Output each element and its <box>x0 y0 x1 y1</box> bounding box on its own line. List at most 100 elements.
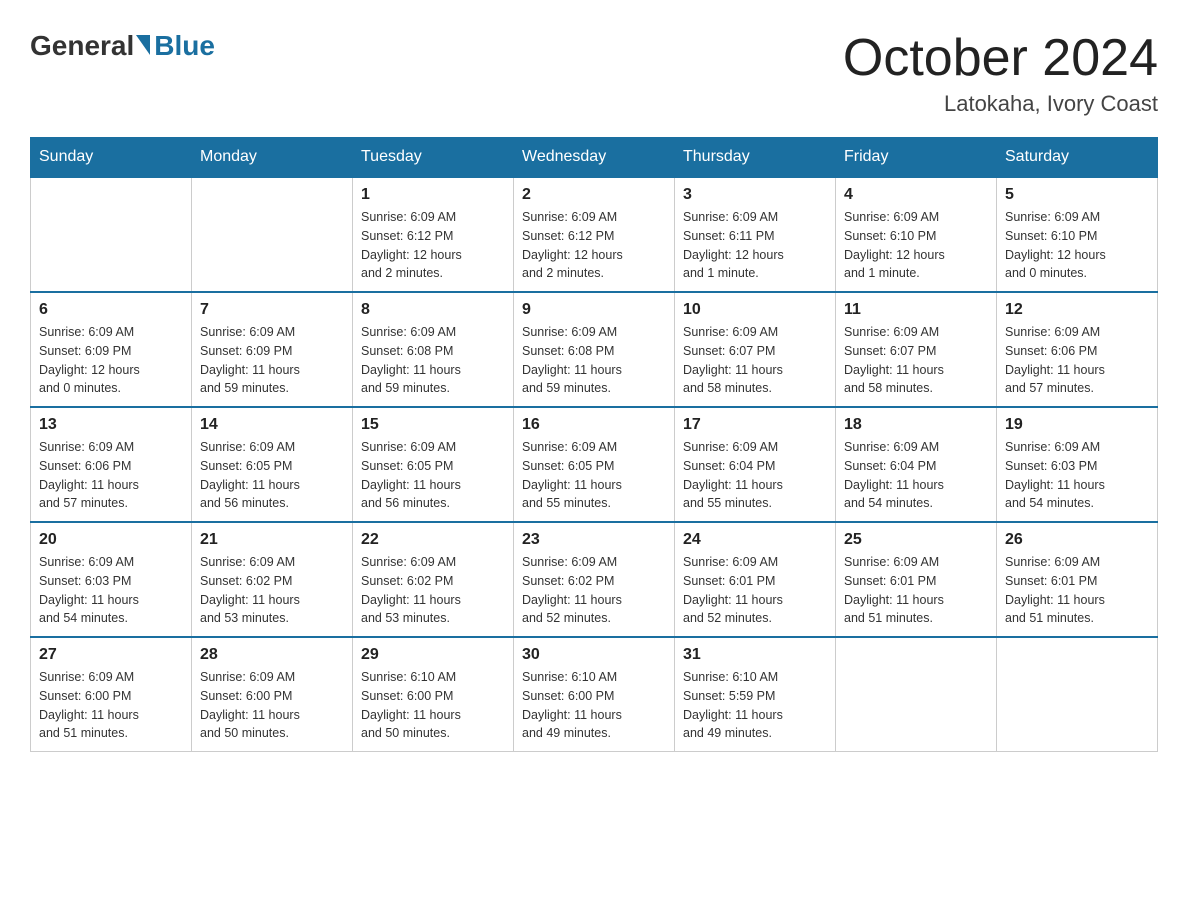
day-info: Sunrise: 6:09 AMSunset: 6:07 PMDaylight:… <box>844 323 988 398</box>
logo-general-text: General <box>30 30 134 62</box>
day-number: 7 <box>200 301 344 319</box>
day-number: 21 <box>200 531 344 549</box>
logo-blue-text: Blue <box>154 30 215 62</box>
day-number: 12 <box>1005 301 1149 319</box>
day-info: Sunrise: 6:09 AMSunset: 6:00 PMDaylight:… <box>39 668 183 743</box>
day-info: Sunrise: 6:10 AMSunset: 6:00 PMDaylight:… <box>522 668 666 743</box>
day-info: Sunrise: 6:09 AMSunset: 6:11 PMDaylight:… <box>683 208 827 283</box>
calendar-cell: 14 Sunrise: 6:09 AMSunset: 6:05 PMDayligh… <box>192 407 353 522</box>
day-info: Sunrise: 6:09 AMSunset: 6:04 PMDaylight:… <box>844 438 988 513</box>
day-info: Sunrise: 6:09 AMSunset: 6:05 PMDaylight:… <box>361 438 505 513</box>
calendar-cell: 22 Sunrise: 6:09 AMSunset: 6:02 PMDayligh… <box>353 522 514 637</box>
day-number: 30 <box>522 646 666 664</box>
day-number: 17 <box>683 416 827 434</box>
day-info: Sunrise: 6:09 AMSunset: 6:09 PMDaylight:… <box>39 323 183 398</box>
day-number: 5 <box>1005 186 1149 204</box>
day-info: Sunrise: 6:09 AMSunset: 6:05 PMDaylight:… <box>200 438 344 513</box>
day-number: 3 <box>683 186 827 204</box>
day-number: 27 <box>39 646 183 664</box>
day-info: Sunrise: 6:09 AMSunset: 6:02 PMDaylight:… <box>200 553 344 628</box>
day-number: 28 <box>200 646 344 664</box>
day-info: Sunrise: 6:09 AMSunset: 6:08 PMDaylight:… <box>522 323 666 398</box>
day-info: Sunrise: 6:09 AMSunset: 6:07 PMDaylight:… <box>683 323 827 398</box>
day-info: Sunrise: 6:09 AMSunset: 6:04 PMDaylight:… <box>683 438 827 513</box>
day-number: 31 <box>683 646 827 664</box>
day-info: Sunrise: 6:09 AMSunset: 6:01 PMDaylight:… <box>683 553 827 628</box>
calendar-cell: 26 Sunrise: 6:09 AMSunset: 6:01 PMDayligh… <box>997 522 1158 637</box>
calendar-cell: 23 Sunrise: 6:09 AMSunset: 6:02 PMDayligh… <box>514 522 675 637</box>
day-info: Sunrise: 6:09 AMSunset: 6:10 PMDaylight:… <box>844 208 988 283</box>
day-info: Sunrise: 6:09 AMSunset: 6:12 PMDaylight:… <box>522 208 666 283</box>
calendar-cell: 9 Sunrise: 6:09 AMSunset: 6:08 PMDaylight… <box>514 292 675 407</box>
calendar-cell: 29Sunrise: 6:10 AMSunset: 6:00 PMDayligh… <box>353 637 514 752</box>
calendar-day-header: Tuesday <box>353 138 514 178</box>
day-number: 14 <box>200 416 344 434</box>
calendar-cell: 10 Sunrise: 6:09 AMSunset: 6:07 PMDayligh… <box>675 292 836 407</box>
calendar-cell <box>997 637 1158 752</box>
day-info: Sunrise: 6:09 AMSunset: 6:08 PMDaylight:… <box>361 323 505 398</box>
calendar-cell: 16 Sunrise: 6:09 AMSunset: 6:05 PMDayligh… <box>514 407 675 522</box>
calendar-week-row: 6Sunrise: 6:09 AMSunset: 6:09 PMDaylight… <box>31 292 1158 407</box>
day-number: 11 <box>844 301 988 319</box>
day-info: Sunrise: 6:09 AMSunset: 6:09 PMDaylight:… <box>200 323 344 398</box>
day-info: Sunrise: 6:09 AMSunset: 6:03 PMDaylight:… <box>39 553 183 628</box>
calendar-cell: 3 Sunrise: 6:09 AMSunset: 6:11 PMDaylight… <box>675 177 836 292</box>
calendar-cell: 13 Sunrise: 6:09 AMSunset: 6:06 PMDayligh… <box>31 407 192 522</box>
calendar-cell: 4Sunrise: 6:09 AMSunset: 6:10 PMDaylight… <box>836 177 997 292</box>
calendar-cell: 1 Sunrise: 6:09 AMSunset: 6:12 PMDaylight… <box>353 177 514 292</box>
month-title: October 2024 <box>843 30 1158 87</box>
day-number: 8 <box>361 301 505 319</box>
calendar-cell: 30 Sunrise: 6:10 AMSunset: 6:00 PMDayligh… <box>514 637 675 752</box>
calendar-cell: 20 Sunrise: 6:09 AMSunset: 6:03 PMDayligh… <box>31 522 192 637</box>
calendar-cell: 24 Sunrise: 6:09 AMSunset: 6:01 PMDayligh… <box>675 522 836 637</box>
calendar-cell <box>31 177 192 292</box>
day-number: 22 <box>361 531 505 549</box>
day-number: 19 <box>1005 416 1149 434</box>
location-text: Latokaha, Ivory Coast <box>843 91 1158 117</box>
calendar-cell: 6Sunrise: 6:09 AMSunset: 6:09 PMDaylight… <box>31 292 192 407</box>
day-info: Sunrise: 6:09 AMSunset: 6:01 PMDaylight:… <box>1005 553 1149 628</box>
calendar-cell: 21 Sunrise: 6:09 AMSunset: 6:02 PMDayligh… <box>192 522 353 637</box>
day-number: 18 <box>844 416 988 434</box>
calendar-week-row: 1 Sunrise: 6:09 AMSunset: 6:12 PMDaylight… <box>31 177 1158 292</box>
day-number: 20 <box>39 531 183 549</box>
calendar-cell: 25Sunrise: 6:09 AMSunset: 6:01 PMDayligh… <box>836 522 997 637</box>
day-info: Sunrise: 6:09 AMSunset: 6:02 PMDaylight:… <box>522 553 666 628</box>
calendar-cell <box>836 637 997 752</box>
day-number: 10 <box>683 301 827 319</box>
calendar-cell: 7 Sunrise: 6:09 AMSunset: 6:09 PMDaylight… <box>192 292 353 407</box>
calendar-day-header: Friday <box>836 138 997 178</box>
calendar-table: SundayMondayTuesdayWednesdayThursdayFrid… <box>30 137 1158 752</box>
day-number: 25 <box>844 531 988 549</box>
day-number: 1 <box>361 186 505 204</box>
calendar-cell: 5 Sunrise: 6:09 AMSunset: 6:10 PMDaylight… <box>997 177 1158 292</box>
calendar-cell: 19 Sunrise: 6:09 AMSunset: 6:03 PMDayligh… <box>997 407 1158 522</box>
calendar-cell: 12 Sunrise: 6:09 AMSunset: 6:06 PMDayligh… <box>997 292 1158 407</box>
day-info: Sunrise: 6:09 AMSunset: 6:12 PMDaylight:… <box>361 208 505 283</box>
day-number: 2 <box>522 186 666 204</box>
day-info: Sunrise: 6:09 AMSunset: 6:06 PMDaylight:… <box>1005 323 1149 398</box>
day-info: Sunrise: 6:09 AMSunset: 6:10 PMDaylight:… <box>1005 208 1149 283</box>
calendar-cell: 17 Sunrise: 6:09 AMSunset: 6:04 PMDayligh… <box>675 407 836 522</box>
calendar-cell: 11 Sunrise: 6:09 AMSunset: 6:07 PMDayligh… <box>836 292 997 407</box>
day-info: Sunrise: 6:10 AMSunset: 6:00 PMDaylight:… <box>361 668 505 743</box>
day-number: 9 <box>522 301 666 319</box>
day-info: Sunrise: 6:09 AMSunset: 6:03 PMDaylight:… <box>1005 438 1149 513</box>
day-info: Sunrise: 6:09 AMSunset: 6:06 PMDaylight:… <box>39 438 183 513</box>
calendar-day-header: Wednesday <box>514 138 675 178</box>
day-info: Sunrise: 6:09 AMSunset: 6:05 PMDaylight:… <box>522 438 666 513</box>
day-number: 16 <box>522 416 666 434</box>
calendar-week-row: 13 Sunrise: 6:09 AMSunset: 6:06 PMDayligh… <box>31 407 1158 522</box>
day-number: 15 <box>361 416 505 434</box>
calendar-cell: 27 Sunrise: 6:09 AMSunset: 6:00 PMDayligh… <box>31 637 192 752</box>
day-number: 24 <box>683 531 827 549</box>
calendar-day-header: Sunday <box>31 138 192 178</box>
day-number: 23 <box>522 531 666 549</box>
calendar-day-header: Saturday <box>997 138 1158 178</box>
day-info: Sunrise: 6:09 AMSunset: 6:00 PMDaylight:… <box>200 668 344 743</box>
calendar-cell: 2 Sunrise: 6:09 AMSunset: 6:12 PMDaylight… <box>514 177 675 292</box>
page-header: General Blue October 2024 Latokaha, Ivor… <box>30 30 1158 117</box>
day-number: 13 <box>39 416 183 434</box>
day-number: 26 <box>1005 531 1149 549</box>
day-info: Sunrise: 6:09 AMSunset: 6:02 PMDaylight:… <box>361 553 505 628</box>
